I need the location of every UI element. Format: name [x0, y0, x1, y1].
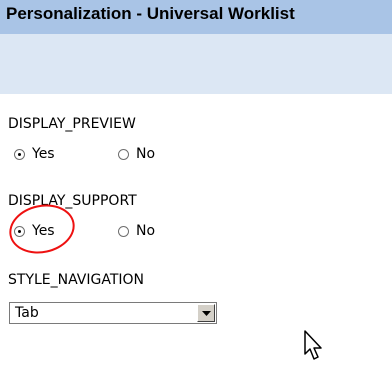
radio-unchecked-icon [118, 225, 129, 237]
display-preview-label: DISPLAY_PREVIEW [8, 116, 136, 132]
radio-checked-icon [14, 148, 25, 160]
chevron-down-icon [202, 311, 211, 316]
display-support-label: DISPLAY_SUPPORT [8, 193, 137, 209]
dropdown-arrow-button[interactable] [197, 304, 215, 322]
display-preview-no-label: No [136, 146, 156, 162]
radio-unchecked-icon [118, 148, 129, 160]
title-bar: Personalization - Universal Worklist [0, 0, 392, 34]
style-navigation-select[interactable]: Tab [9, 302, 217, 324]
display-support-no-radio[interactable]: No [118, 221, 155, 241]
page-title: Personalization - Universal Worklist [6, 4, 295, 23]
toolbar-area [0, 34, 392, 94]
display-preview-no-radio[interactable]: No [118, 144, 155, 164]
style-navigation-label: STYLE_NAVIGATION [8, 272, 145, 288]
mouse-pointer-icon [304, 330, 322, 360]
display-support-no-label: No [136, 223, 156, 239]
display-preview-yes-label: Yes [32, 146, 55, 162]
display-preview-yes-radio[interactable]: Yes [14, 144, 55, 164]
style-navigation-selected-value: Tab [15, 305, 39, 321]
